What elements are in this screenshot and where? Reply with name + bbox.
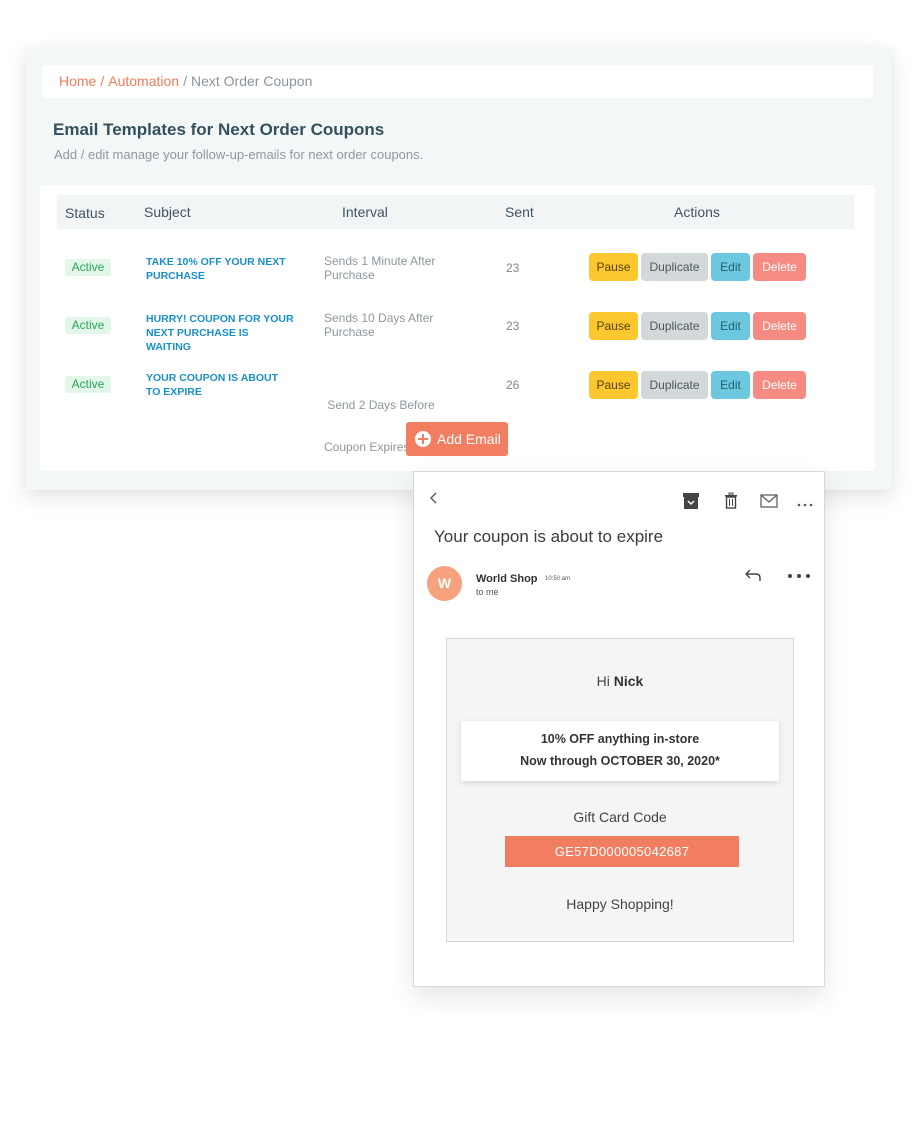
breadcrumb-home[interactable]: Home xyxy=(59,73,96,89)
subject-line: PURCHASE xyxy=(146,270,205,282)
column-sent: Sent xyxy=(505,204,534,220)
subject-line: HURRY! COUPON FOR YOUR xyxy=(146,313,294,325)
gift-card-code[interactable]: GE57D000005042687 xyxy=(505,836,739,867)
recipient-label: to me xyxy=(476,587,499,597)
plus-circle-icon xyxy=(415,431,431,447)
column-status: Status xyxy=(65,205,105,221)
pause-button[interactable]: Pause xyxy=(589,312,638,340)
status-badge: Active xyxy=(65,376,111,393)
templates-table: Status Subject Interval Sent Actions Act… xyxy=(40,185,875,471)
breadcrumb-separator: / xyxy=(100,73,105,89)
add-email-label: Add Email xyxy=(437,431,501,447)
table-row: Active TAKE 10% OFF YOUR NEXT PURCHASE S… xyxy=(40,248,875,288)
edit-button[interactable]: Edit xyxy=(711,312,750,340)
delete-button[interactable]: Delete xyxy=(753,253,806,281)
email-preview: Your coupon is about to expire W World S… xyxy=(413,471,825,987)
edit-button[interactable]: Edit xyxy=(711,371,750,399)
page-title: Email Templates for Next Order Coupons xyxy=(53,120,385,139)
interval-text: Sends 10 Days After Purchase xyxy=(324,311,464,339)
add-email-button[interactable]: Add Email xyxy=(406,422,508,456)
column-subject: Subject xyxy=(144,204,191,220)
interval-line: Send 2 Days Before xyxy=(324,398,435,412)
delete-button[interactable]: Delete xyxy=(753,371,806,399)
greeting-prefix: Hi xyxy=(596,673,610,689)
subject-link[interactable]: YOUR COUPON IS ABOUT TO EXPIRE xyxy=(146,371,296,399)
subject-line: TAKE 10% OFF YOUR NEXT xyxy=(146,256,286,268)
archive-icon[interactable] xyxy=(681,492,701,510)
interval-text: Sends 1 Minute After Purchase xyxy=(324,254,464,282)
column-interval: Interval xyxy=(342,204,388,220)
subject-link[interactable]: HURRY! COUPON FOR YOUR NEXT PURCHASE IS … xyxy=(146,312,296,354)
column-actions: Actions xyxy=(674,204,720,220)
more-icon[interactable] xyxy=(787,573,811,579)
breadcrumb-separator: / xyxy=(183,73,187,89)
subject-link[interactable]: TAKE 10% OFF YOUR NEXT PURCHASE xyxy=(146,255,296,283)
delete-button[interactable]: Delete xyxy=(753,312,806,340)
interval-line: Sends 1 Minute After xyxy=(324,254,436,268)
email-time: 10:50 am xyxy=(545,576,571,582)
mail-icon[interactable] xyxy=(760,494,778,508)
pause-button[interactable]: Pause xyxy=(589,253,638,281)
subject-line: YOUR COUPON IS ABOUT xyxy=(146,372,279,384)
status-badge: Active xyxy=(65,317,111,334)
avatar: W xyxy=(427,566,462,601)
email-templates-panel: Home / Automation / Next Order Coupon Email … xyxy=(26,48,892,490)
offer-box: 10% OFF anything in-store Now through OC… xyxy=(461,721,779,781)
breadcrumb: Home / Automation / Next Order Coupon xyxy=(42,65,873,98)
edit-button[interactable]: Edit xyxy=(711,253,750,281)
offer-headline: 10% OFF anything in-store xyxy=(540,732,700,746)
breadcrumb-automation[interactable]: Automation xyxy=(108,73,179,89)
sender-name: World Shop xyxy=(476,573,538,585)
status-badge: Active xyxy=(65,259,111,276)
table-row: Active YOUR COUPON IS ABOUT TO EXPIRE Se… xyxy=(40,365,875,454)
interval-line: Sends 10 Days After xyxy=(324,311,434,325)
pause-button[interactable]: Pause xyxy=(589,371,638,399)
sent-count: 23 xyxy=(506,261,520,275)
reply-icon[interactable] xyxy=(744,568,762,582)
subject-line: TO EXPIRE xyxy=(146,386,202,398)
email-body: Hi Nick 10% OFF anything in-store Now th… xyxy=(446,638,794,942)
duplicate-button[interactable]: Duplicate xyxy=(641,312,708,340)
interval-line: Purchase xyxy=(324,268,375,282)
offer-validity: Now through OCTOBER 30, 2020* xyxy=(520,754,720,768)
customer-name: Nick xyxy=(613,673,644,689)
email-subject: Your coupon is about to expire xyxy=(434,527,664,546)
page-subtitle: Add / edit manage your follow-up-emails … xyxy=(54,147,424,162)
sign-off: Happy Shopping! xyxy=(566,896,674,912)
gift-card-label: Gift Card Code xyxy=(573,809,667,825)
greeting: Hi Nick xyxy=(447,673,793,689)
trash-icon[interactable] xyxy=(723,492,739,509)
table-header: Status Subject Interval Sent Actions xyxy=(57,195,854,229)
subject-line: NEXT PURCHASE IS WAITING xyxy=(146,327,249,353)
interval-line: Purchase xyxy=(324,325,375,339)
more-icon[interactable] xyxy=(797,502,813,508)
back-icon[interactable] xyxy=(428,491,440,505)
breadcrumb-current: Next Order Coupon xyxy=(190,73,313,89)
sent-count: 26 xyxy=(506,378,520,392)
duplicate-button[interactable]: Duplicate xyxy=(641,253,708,281)
table-row: Active HURRY! COUPON FOR YOUR NEXT PURCH… xyxy=(40,307,875,353)
sent-count: 23 xyxy=(506,319,520,333)
duplicate-button[interactable]: Duplicate xyxy=(641,371,708,399)
